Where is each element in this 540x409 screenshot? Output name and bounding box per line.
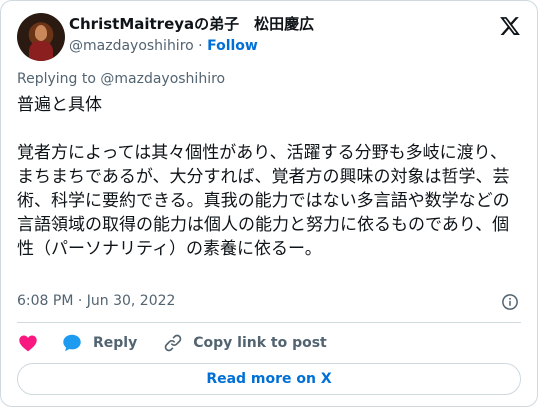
author-block: ChristMaitreyaの弟子 松田慶広 @mazdayoshihiro ·… bbox=[69, 14, 469, 55]
author-display-name[interactable]: ChristMaitreyaの弟子 松田慶広 bbox=[69, 14, 469, 34]
tweet-card: ChristMaitreyaの弟子 松田慶広 @mazdayoshihiro ·… bbox=[0, 0, 538, 407]
tweet-timestamp[interactable]: 6:08 PM · Jun 30, 2022 bbox=[17, 291, 175, 311]
author-handle[interactable]: @mazdayoshihiro bbox=[69, 38, 194, 54]
heart-icon bbox=[19, 335, 37, 352]
reply-button[interactable]: Reply bbox=[61, 332, 137, 354]
replying-to[interactable]: Replying to @mazdayoshihiro bbox=[17, 70, 225, 88]
info-icon[interactable] bbox=[501, 293, 519, 311]
reply-label: Reply bbox=[93, 335, 138, 351]
read-more-button[interactable]: Read more on X bbox=[17, 363, 521, 395]
author-handle-row: @mazdayoshihiro · Follow bbox=[69, 37, 469, 55]
tweet-text: 普遍と具体 覚者方によっては其々個性があり、活躍する分野も多岐に渡り、まちまちで… bbox=[17, 95, 510, 259]
copy-link-label: Copy link to post bbox=[193, 335, 327, 351]
avatar[interactable] bbox=[17, 13, 65, 61]
follow-button[interactable]: Follow bbox=[207, 38, 258, 54]
handle-separator: · bbox=[198, 38, 203, 54]
reply-bubble-icon bbox=[63, 334, 81, 352]
copy-link-button[interactable]: Copy link to post bbox=[163, 333, 327, 353]
action-bar: Reply Copy link to post bbox=[17, 331, 327, 355]
tweet-header: ChristMaitreyaの弟子 松田慶広 @mazdayoshihiro ·… bbox=[17, 13, 521, 61]
divider bbox=[17, 322, 521, 323]
link-icon bbox=[164, 334, 182, 352]
like-button[interactable] bbox=[17, 332, 39, 354]
x-logo-icon[interactable] bbox=[499, 15, 521, 37]
